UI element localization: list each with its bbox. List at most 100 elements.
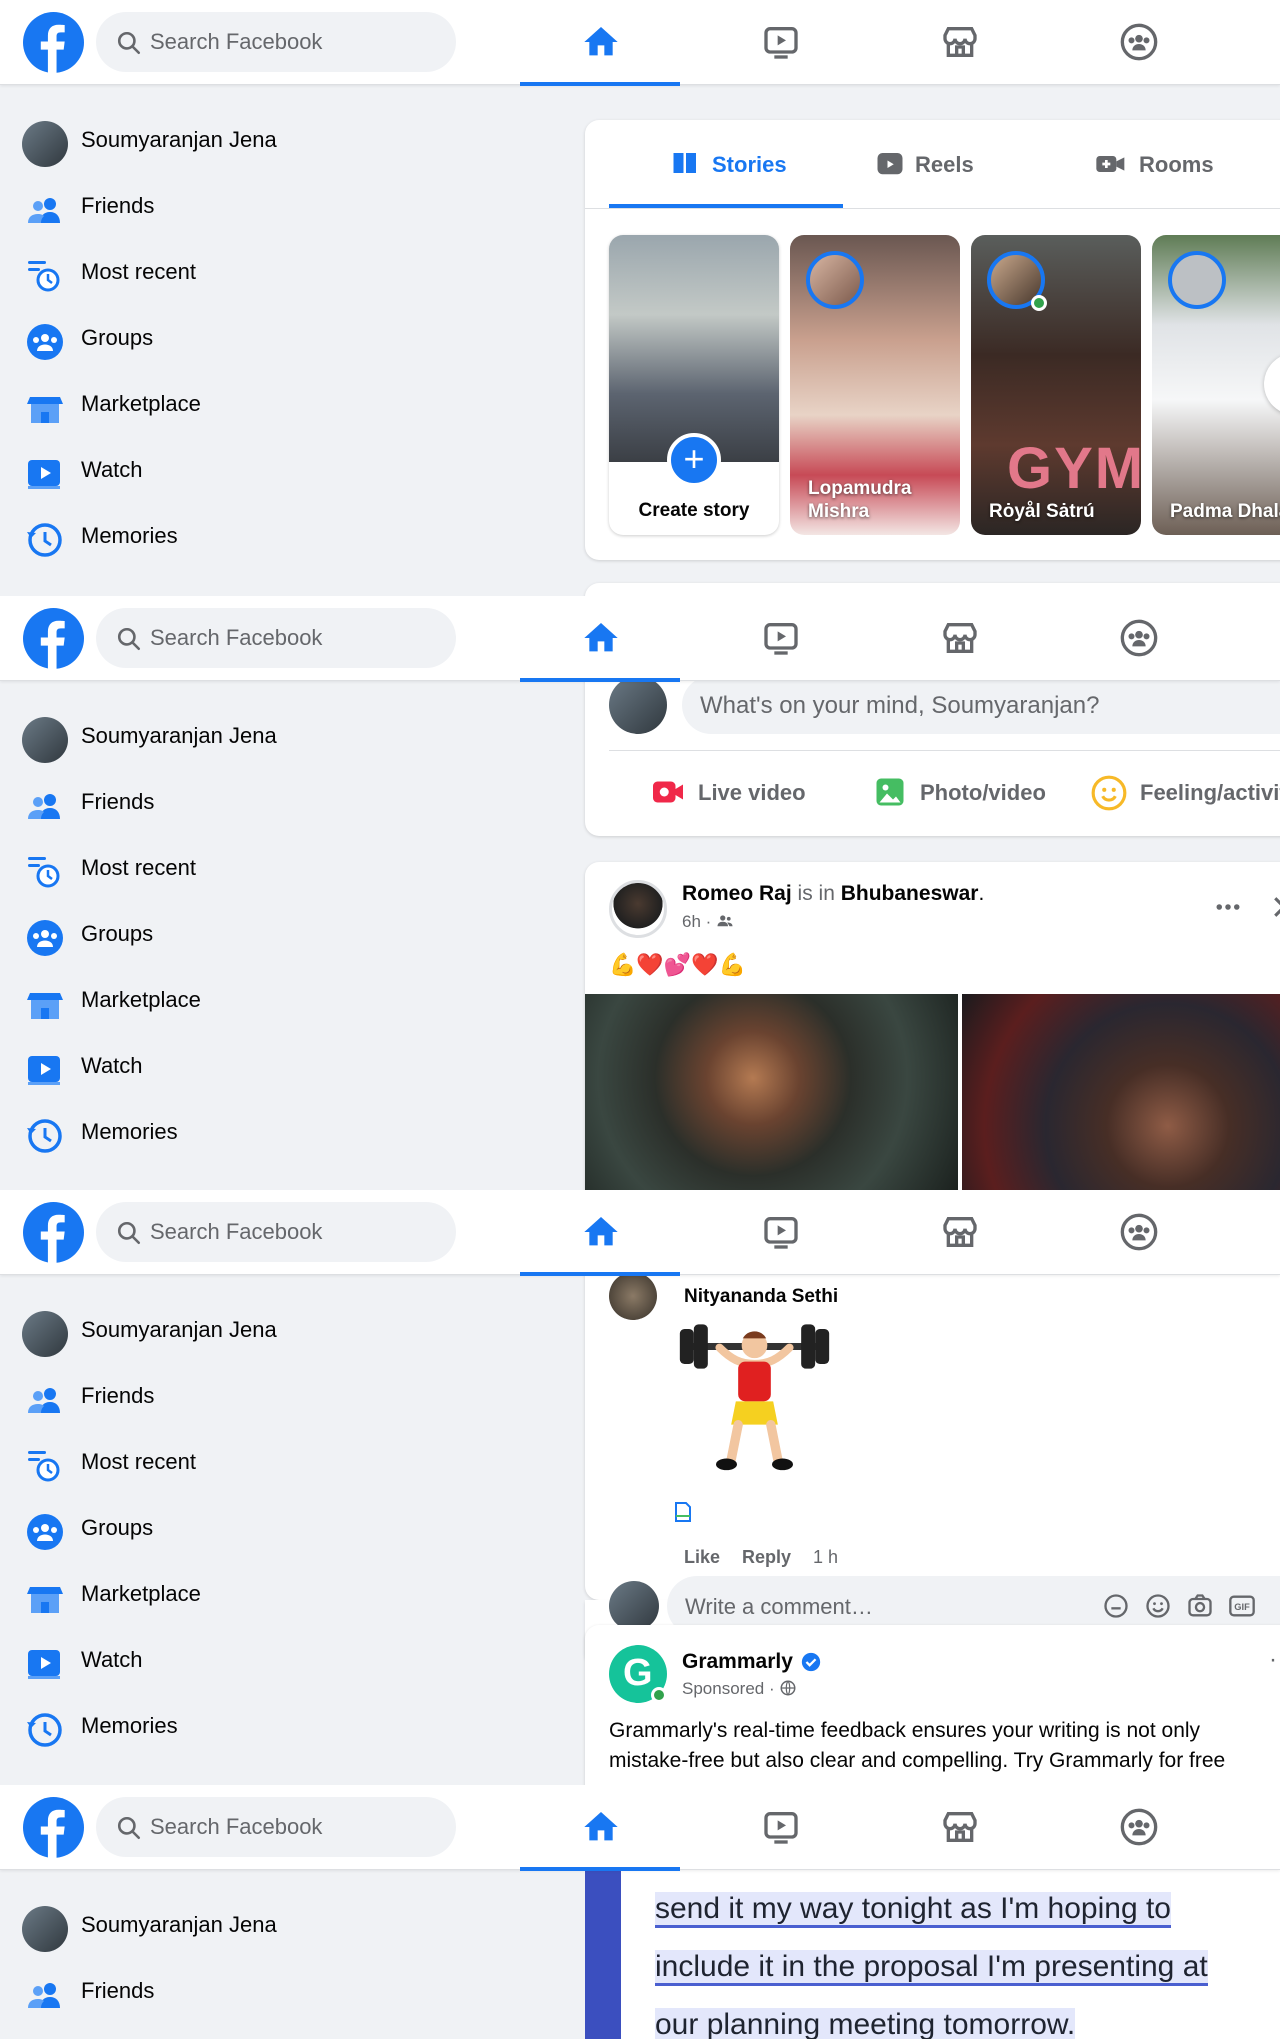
nav-tab-watch[interactable] [700,1190,860,1275]
sidebar-item-marketplace[interactable]: Marketplace [22,975,542,1025]
comment-time[interactable]: 1 h [813,1547,838,1568]
search-box[interactable]: Search Facebook [96,1202,456,1262]
nav-tab-home[interactable] [520,1785,680,1871]
post-time[interactable]: 6h · [682,912,711,931]
groups-icon [1120,1213,1158,1251]
post-author-avatar[interactable] [609,880,667,938]
video-icon [764,1812,798,1844]
feeling-activity-button[interactable]: Feeling/activit [1090,766,1280,818]
story-card[interactable]: GYM Rȯyål Sȧtrú [971,235,1141,535]
comment-author-name[interactable]: Nityananda Sethi [684,1286,838,1308]
search-box[interactable]: Search Facebook [96,1797,456,1857]
composer-card-top-edge [585,583,1280,596]
sidebar-item-memories[interactable]: Memories [22,511,542,561]
tab-reels[interactable]: Reels [875,120,1035,208]
facebook-logo-icon[interactable] [23,608,84,669]
sidebar-item-most-recent[interactable]: Most recent [22,247,542,297]
nav-tab-marketplace[interactable] [879,0,1039,85]
sidebar-item-watch[interactable]: Watch [22,1041,542,1091]
live-video-button[interactable]: Live video [650,766,820,818]
nav-tab-groups[interactable] [1058,1190,1218,1275]
ad-meta: Sponsored · [682,1679,797,1699]
tab-stories[interactable]: Stories [609,120,843,208]
post-is-in: is in [797,882,835,905]
search-box[interactable]: Search Facebook [96,608,456,668]
sidebar-item-memories[interactable]: Memories [22,1701,542,1751]
nav-tab-marketplace[interactable] [879,596,1039,681]
online-dot [1031,295,1047,311]
sidebar-item-profile[interactable]: Soumyaranjan Jena [22,711,542,763]
nav-tab-watch[interactable] [700,0,860,85]
post-author-name[interactable]: Romeo Raj [682,882,792,905]
sidebar-item-friends[interactable]: Friends [22,1966,542,2016]
close-icon[interactable] [1269,892,1280,922]
sidebar-item-memories[interactable]: Memories [22,1107,542,1157]
story-card[interactable]: Padma Dhala [1152,235,1280,535]
nav-tab-groups[interactable] [1058,596,1218,681]
more-options-icon[interactable]: · [1269,1648,1280,1675]
composer-input[interactable]: What's on your mind, Soumyaranjan? [682,676,1280,734]
sponsored-label[interactable]: Sponsored · [682,1679,775,1698]
camera-icon[interactable] [1186,1592,1214,1620]
nav-tab-groups[interactable] [1058,1785,1218,1870]
facebook-logo-icon[interactable] [23,12,84,73]
nav-tab-groups[interactable] [1058,0,1218,85]
sidebar-item-profile[interactable]: Soumyaranjan Jena [22,115,542,167]
post-location[interactable]: Bhubaneswar [841,882,979,905]
nav-tab-marketplace[interactable] [879,1785,1039,1870]
grammarly-logo-icon[interactable]: G [609,1645,667,1703]
advertiser-name[interactable]: Grammarly [682,1650,793,1674]
sidebar-item-friends[interactable]: Friends [22,777,542,827]
search-box[interactable]: Search Facebook [96,12,456,72]
sidebar-item-most-recent[interactable]: Most recent [22,1437,542,1487]
more-options-icon[interactable] [1213,892,1243,922]
watch-icon [28,1650,60,1679]
avatar-sticker-icon[interactable] [1102,1592,1130,1620]
tab-rooms[interactable]: Rooms [1095,120,1280,208]
sidebar-item-groups[interactable]: Groups [22,1503,542,1553]
sidebar-item-marketplace[interactable]: Marketplace [22,379,542,429]
sidebar-item-friends[interactable]: Friends [22,181,542,231]
commenter-avatar[interactable] [609,1272,657,1320]
nav-tab-home[interactable] [520,596,680,682]
home-icon [584,1217,618,1246]
sidebar-item-watch[interactable]: Watch [22,445,542,495]
nav-tab-marketplace[interactable] [879,1190,1039,1275]
search-icon [117,1816,141,1840]
ad-creative-accent-bar [585,1870,621,2039]
sidebar-item-groups[interactable]: Groups [22,909,542,959]
highlighted-text: our planning meeting tomorrow. [655,2008,1076,2039]
verified-badge-icon [801,1652,821,1672]
sidebar-item-most-recent[interactable]: Most recent [22,843,542,893]
sidebar-item-profile[interactable]: Soumyaranjan Jena [22,1900,542,1952]
photo-icon [876,778,904,806]
create-story-plus-icon[interactable]: + [667,433,721,487]
facebook-logo-icon[interactable] [23,1797,84,1858]
sidebar-item-marketplace[interactable]: Marketplace [22,1569,542,1619]
memories-icon [27,1119,62,1153]
nav-tab-watch[interactable] [700,1785,860,1870]
sidebar-item-groups[interactable]: Groups [22,313,542,363]
nav-tab-watch[interactable] [700,596,860,681]
sidebar-item-label: Marketplace [81,987,201,1012]
facebook-logo-icon[interactable] [23,1202,84,1263]
post-photo-1[interactable] [585,994,958,1190]
photo-video-button[interactable]: Photo/video [872,766,1062,818]
emoji-icon[interactable] [1144,1592,1172,1620]
story-card[interactable]: Lopamudra Mishra [790,235,960,535]
search-placeholder: Search Facebook [150,29,323,54]
gif-icon[interactable]: GIF [1228,1592,1256,1620]
comment-reply-link[interactable]: Reply [742,1547,791,1568]
create-story-card[interactable]: + Create story [609,235,779,535]
comment-like-link[interactable]: Like [684,1547,720,1568]
nav-tab-home[interactable] [520,1190,680,1276]
doc-line: include it in the proposal I'm presentin… [655,1938,1208,1996]
book-icon [673,153,696,173]
sidebar-item-friends[interactable]: Friends [22,1371,542,1421]
ad-creative-image[interactable]: send it my way tonight as I'm hoping to … [585,1870,1280,2039]
nav-tab-home[interactable] [520,0,680,86]
post-photo-2[interactable] [962,994,1280,1190]
sidebar-item-profile[interactable]: Soumyaranjan Jena [22,1305,542,1357]
post-text: 💪❤️💕❤️💪 [609,952,746,977]
sidebar-item-watch[interactable]: Watch [22,1635,542,1685]
